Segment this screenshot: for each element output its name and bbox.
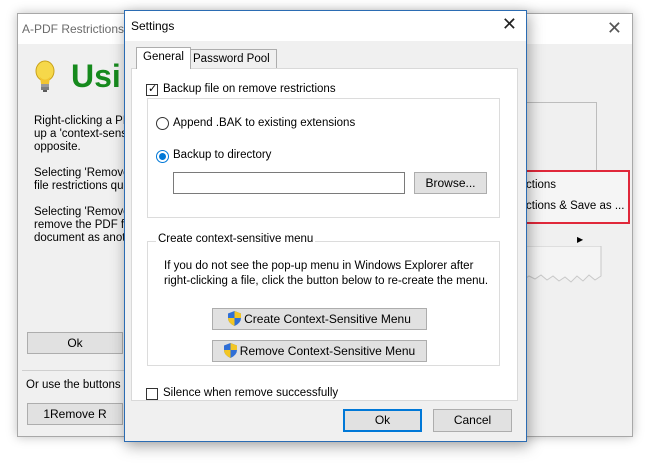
tab-general[interactable]: General	[136, 47, 191, 69]
general-tab-panel: ✓ Backup file on remove restrictions App…	[131, 68, 518, 401]
paragraph-line: document as anoth	[34, 232, 132, 244]
context-menu-item-remove[interactable]: ctions	[526, 179, 556, 191]
explorer-preview	[516, 102, 597, 176]
paragraph-line: up a 'context-sensiti	[34, 128, 136, 140]
browse-button[interactable]: Browse...	[414, 172, 487, 194]
backup-directory-label[interactable]: Backup to directory	[173, 149, 271, 161]
paragraph-line: Selecting 'Remove	[34, 206, 130, 218]
paragraph-line: file restrictions quic	[34, 180, 132, 192]
background-ok-button[interactable]: Ok	[27, 332, 123, 354]
silence-checkbox[interactable]	[146, 388, 158, 400]
paragraph-line: opposite.	[34, 141, 81, 153]
remove-restrictions-button[interactable]: 1Remove R	[27, 403, 123, 425]
cancel-button[interactable]: Cancel	[433, 409, 512, 432]
paragraph-line: Right-clicking a PD	[34, 115, 132, 127]
context-menu-highlight: ctions ctions & Save as ...	[518, 170, 630, 224]
divider	[22, 370, 124, 371]
lightbulb-icon	[35, 60, 55, 92]
context-menu-group: If you do not see the pop-up menu in Win…	[147, 241, 500, 366]
uac-shield-icon	[228, 311, 242, 326]
paragraph-line: remove the PDF file	[34, 219, 136, 231]
backup-options-group: Append .BAK to existing extensions Backu…	[147, 98, 500, 218]
remove-context-menu-label: Remove Context-Sensitive Menu	[239, 344, 416, 358]
checkmark-icon: ✓	[148, 83, 158, 95]
remove-paragraph: Selecting 'Remove file restrictions quic	[34, 167, 134, 193]
buttons-note: Or use the buttons be	[26, 379, 137, 391]
create-context-menu-button[interactable]: Create Context-Sensitive Menu	[212, 308, 427, 330]
intro-paragraph: Right-clicking a PD up a 'context-sensit…	[34, 115, 136, 154]
ok-button[interactable]: Ok	[343, 409, 422, 432]
dialog-title: Settings	[131, 19, 175, 33]
backup-checkbox[interactable]: ✓	[146, 83, 158, 96]
context-menu-group-title: Create context-sensitive menu	[156, 233, 316, 245]
append-bak-label[interactable]: Append .BAK to existing extensions	[173, 117, 355, 129]
silence-checkbox-label[interactable]: Silence when remove successfully	[163, 387, 338, 399]
torn-edge-graphic	[523, 246, 602, 283]
remove-save-paragraph: Selecting 'Remove remove the PDF file do…	[34, 206, 136, 245]
submenu-arrow-icon: ▶	[577, 235, 584, 244]
backup-checkbox-label[interactable]: Backup file on remove restrictions	[163, 83, 336, 95]
context-menu-info-line1: If you do not see the pop-up menu in Win…	[164, 260, 474, 272]
radio-dot	[159, 153, 166, 160]
context-menu-info-line2: right-clicking a file, click the button …	[164, 275, 489, 287]
uac-shield-icon	[223, 343, 237, 358]
dialog-titlebar: Settings ✕	[125, 11, 526, 41]
paragraph-line: Selecting 'Remove	[34, 167, 130, 179]
directory-input[interactable]	[173, 172, 405, 194]
backup-directory-radio[interactable]	[156, 150, 169, 163]
context-menu-item-remove-save[interactable]: ctions & Save as ...	[526, 200, 624, 212]
append-bak-radio[interactable]	[156, 117, 169, 130]
remove-context-menu-button[interactable]: Remove Context-Sensitive Menu	[212, 340, 427, 362]
background-close-icon[interactable]: ✕	[607, 18, 622, 39]
create-context-menu-label: Create Context-Sensitive Menu	[244, 312, 411, 326]
tab-password-pool[interactable]: Password Pool	[186, 49, 277, 69]
background-window-title: A-PDF Restrictions R	[22, 22, 137, 36]
page-heading: Usi	[71, 58, 121, 94]
settings-dialog: Settings ✕ General Password Pool ✓ Backu…	[124, 10, 527, 442]
close-icon[interactable]: ✕	[502, 14, 517, 35]
